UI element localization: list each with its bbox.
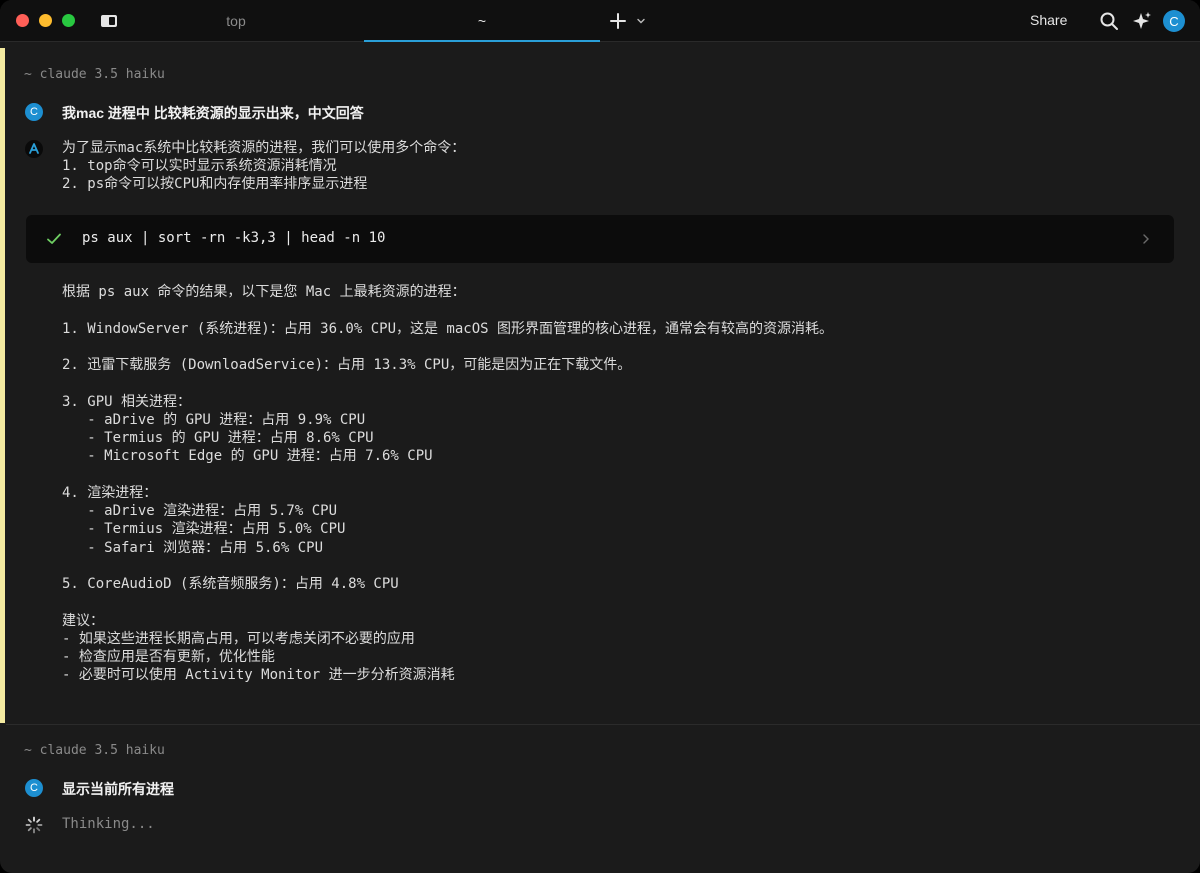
title-bar: top ~ Share C	[0, 0, 1200, 42]
user-avatar: C	[25, 103, 43, 121]
search-icon[interactable]	[1099, 11, 1119, 31]
assistant-result: 根据 ps aux 命令的结果，以下是您 Mac 上最耗资源的进程： 1. Wi…	[62, 284, 834, 684]
spinner-icon	[25, 816, 43, 834]
conversation-area: ~ claude 3.5 haiku C 我mac 进程中 比较耗资源的显示出来…	[0, 43, 1200, 873]
active-block-indicator	[0, 48, 5, 723]
maximize-window-button[interactable]	[62, 14, 75, 27]
chevron-down-icon[interactable]	[636, 16, 646, 26]
assistant-intro: 为了显示mac系统中比较耗资源的进程，我们可以使用多个命令： 1. top命令可…	[62, 140, 466, 193]
model-label: ~ claude 3.5 haiku	[24, 743, 165, 758]
command-block[interactable]: ps aux | sort -rn -k3,3 | head -n 10	[26, 215, 1174, 263]
share-button[interactable]: Share	[1030, 12, 1067, 28]
sidebar-toggle-icon[interactable]	[100, 13, 118, 29]
tab-top[interactable]: top	[118, 0, 354, 42]
plus-icon[interactable]	[608, 11, 628, 31]
terminal-window: top ~ Share C ~ claude 3.5 haiku C 我mac …	[0, 0, 1200, 873]
minimize-window-button[interactable]	[39, 14, 52, 27]
command-text: ps aux | sort -rn -k3,3 | head -n 10	[82, 230, 386, 246]
tab-label: ~	[477, 13, 487, 29]
tab-label: top	[226, 13, 246, 29]
avatar[interactable]: C	[1163, 10, 1185, 32]
user-prompt: 我mac 进程中 比较耗资源的显示出来，中文回答	[62, 105, 364, 121]
block-divider	[6, 724, 1200, 725]
user-avatar: C	[25, 779, 43, 797]
sparkle-icon[interactable]	[1132, 11, 1152, 31]
model-label: ~ claude 3.5 haiku	[24, 67, 165, 82]
close-window-button[interactable]	[16, 14, 29, 27]
user-prompt: 显示当前所有进程	[62, 781, 174, 797]
thinking-status: Thinking...	[62, 816, 155, 832]
check-icon	[47, 233, 61, 244]
agent-icon	[25, 140, 43, 158]
chevron-right-icon[interactable]	[1140, 233, 1152, 245]
tab-home[interactable]: ~	[364, 0, 600, 42]
